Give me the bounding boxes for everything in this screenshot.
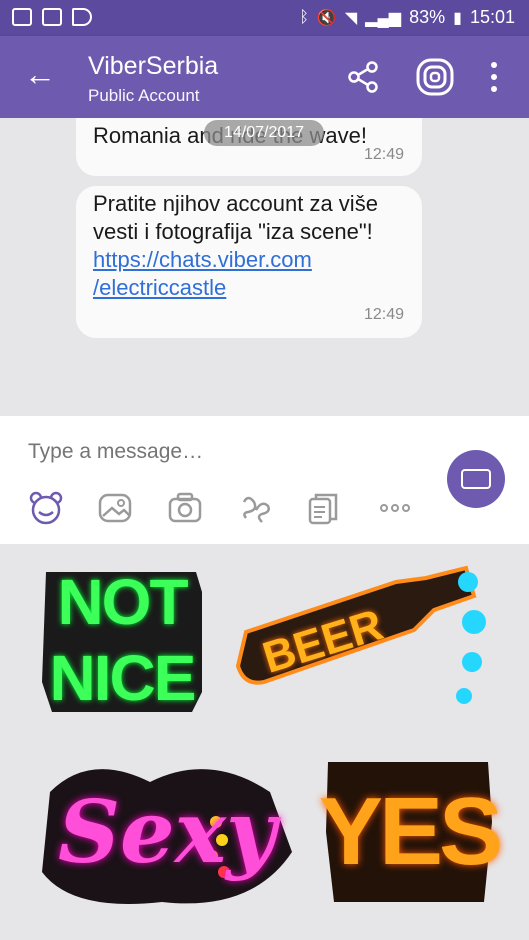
more-options-icon[interactable]: [487, 62, 501, 92]
public-account-icon[interactable]: [416, 58, 454, 96]
bluetooth-icon: ᛒ: [299, 8, 309, 26]
keyboard-icon: [461, 469, 491, 489]
keyboard-toggle-button[interactable]: [447, 450, 505, 508]
sticker-yes-text: YES: [318, 778, 503, 885]
composer-toolbar: [0, 490, 420, 526]
mute-icon: 🔇: [316, 9, 337, 27]
sticker-not-nice-line2: NICE: [49, 642, 197, 714]
gallery-icon[interactable]: [97, 490, 133, 526]
play-notification-icon: [72, 8, 92, 26]
message-bubble[interactable]: Pratite njihov account za više vesti i f…: [76, 186, 422, 338]
gallery-notification-icon: [12, 8, 32, 26]
back-arrow-icon[interactable]: ←: [24, 58, 56, 90]
message-time: 12:49: [363, 146, 404, 163]
wifi-icon: ◥: [344, 9, 358, 27]
sticker-sexy-text: Sexy: [57, 781, 277, 883]
message-list[interactable]: Romania and ride the wave! 12:49 14/07/2…: [0, 118, 529, 416]
battery-icon: ▮: [453, 9, 462, 27]
status-bar: ᛒ 🔇 ◥ ▂▄▆ 83% ▮ 15:01: [0, 0, 529, 36]
sticker-panel: NOT NICE BEER Sexy YES: [0, 544, 529, 940]
composer: [0, 416, 529, 544]
date-badge: 14/07/2017: [204, 120, 324, 146]
chat-title: ViberSerbia: [88, 52, 219, 80]
signal-icon: ▂▄▆: [365, 9, 402, 27]
sticker-bear-icon[interactable]: [28, 490, 64, 526]
notification-icons: [12, 8, 92, 26]
ellipsis-icon[interactable]: [377, 490, 413, 526]
share-icon[interactable]: [346, 60, 380, 94]
sticker-sexy[interactable]: Sexy: [36, 752, 298, 912]
sticker-yes[interactable]: YES: [318, 752, 503, 912]
mail-notification-icon: [42, 8, 62, 26]
camera-icon[interactable]: [167, 490, 203, 526]
more-content-icon[interactable]: [306, 490, 342, 526]
clock: 15:01: [469, 7, 515, 27]
sticker-beer[interactable]: BEER: [228, 562, 496, 712]
message-input[interactable]: [28, 440, 408, 464]
battery-percent: 83%: [409, 7, 446, 27]
message-text: Pratite njihov account za više vesti i f…: [93, 191, 378, 244]
message-body: Pratite njihov account za više vesti i f…: [93, 190, 413, 302]
message-link-part2[interactable]: /electriccastle: [93, 274, 413, 302]
message-link-part1[interactable]: https://chats.viber.com: [93, 246, 413, 274]
chat-subtitle: Public Account: [88, 86, 200, 105]
sticker-not-nice[interactable]: NOT NICE: [36, 560, 208, 720]
chat-header: ← ViberSerbia Public Account: [0, 36, 529, 118]
sticker-not-nice-line1: NOT: [57, 566, 188, 638]
status-indicators: ᛒ 🔇 ◥ ▂▄▆ 83% ▮ 15:01: [299, 7, 515, 28]
doodle-icon[interactable]: [238, 490, 274, 526]
message-time: 12:49: [363, 306, 404, 323]
